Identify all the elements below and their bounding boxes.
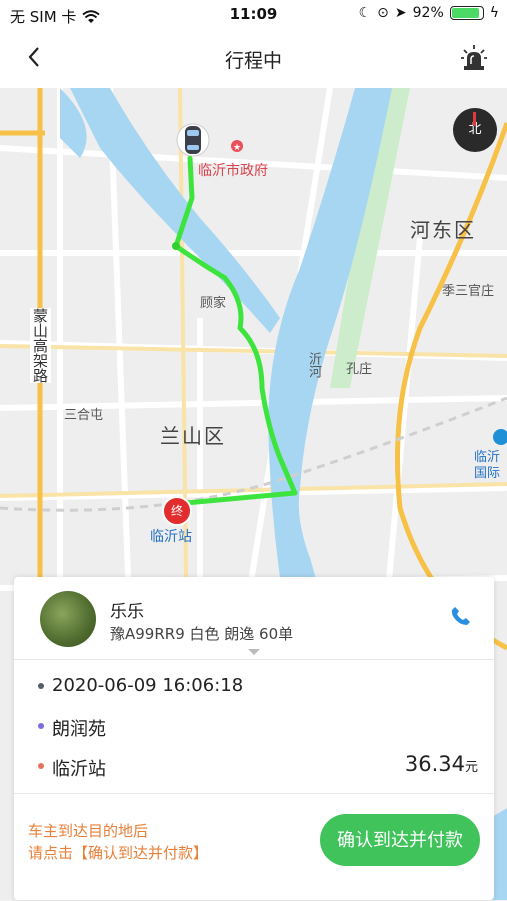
- hint-line-1: 车主到达目的地后: [28, 822, 149, 840]
- expand-caret-icon[interactable]: [248, 649, 260, 655]
- map-label-kongzhuang: 孔庄: [346, 362, 373, 377]
- map-label-gujia: 顾家: [200, 296, 227, 311]
- nav-bar: 行程中: [0, 30, 507, 88]
- status-bar: 无 SIM 卡 11:09 ☾ ⊙ ➤ 92% ϟ: [0, 0, 507, 30]
- page-title: 行程中: [224, 50, 282, 72]
- compass-button[interactable]: 北: [453, 108, 497, 152]
- map-label-station: 临沂站: [150, 529, 192, 545]
- compass-icon: [473, 112, 476, 126]
- map-label-yihe: 沂河: [306, 352, 321, 378]
- end-marker: 终: [162, 496, 192, 526]
- svg-text:★: ★: [233, 143, 241, 153]
- orientation-lock-icon: ⊙: [377, 5, 389, 21]
- battery-icon: [449, 6, 484, 20]
- driver-vehicle-info: 豫A99RR9 白色 朗逸 60单: [110, 625, 294, 643]
- price-value: 36.34: [404, 752, 465, 776]
- alarm-light-icon[interactable]: [461, 44, 487, 72]
- moon-icon: ☾: [358, 5, 372, 21]
- hint-line-2: 请点击【确认到达并付款】: [28, 844, 209, 862]
- map-label-airport: 临沂 国际: [474, 450, 501, 481]
- destination-row: 临沂站: [38, 755, 106, 781]
- car-location-icon: [176, 123, 210, 157]
- map-label-sanhetun: 三合屯: [64, 408, 104, 423]
- driver-section: 乐乐 豫A99RR9 白色 朗逸 60单: [14, 577, 494, 660]
- location-arrow-icon: ➤: [394, 5, 407, 21]
- driver-avatar: [40, 591, 96, 647]
- trip-time-row: 2020-06-09 16:06:18: [38, 675, 244, 696]
- time-dot-icon: [38, 683, 44, 689]
- trip-info-card: 乐乐 豫A99RR9 白色 朗逸 60单 2020-06-09 16:06:18…: [14, 577, 494, 900]
- map-label-hedong: 河东区: [410, 218, 476, 242]
- destination-label: 临沂站: [52, 759, 106, 780]
- price-unit: 元: [464, 760, 478, 775]
- charging-icon: ϟ: [489, 5, 499, 21]
- status-right: ☾ ⊙ ➤ 92% ϟ: [359, 5, 499, 21]
- trip-price: 36.34元: [405, 752, 478, 776]
- origin-row: 朗润苑: [38, 715, 106, 741]
- driver-name: 乐乐: [110, 602, 144, 622]
- map-label-jisan: 季三官庄: [442, 284, 495, 299]
- phone-icon[interactable]: [450, 605, 472, 627]
- map-label-lanshan: 兰山区: [160, 424, 226, 448]
- origin-label: 朗润苑: [52, 719, 106, 740]
- map-label-mengshan: 蒙山高架路: [30, 308, 51, 383]
- arrival-hint: 车主到达目的地后 请点击【确认到达并付款】: [28, 820, 208, 864]
- trip-time: 2020-06-09 16:06:18: [52, 675, 244, 696]
- confirm-arrival-pay-button[interactable]: 确认到达并付款: [320, 814, 480, 866]
- card-footer: 车主到达目的地后 请点击【确认到达并付款】 确认到达并付款: [14, 793, 494, 901]
- origin-dot-icon: [38, 723, 44, 729]
- map-label-gov: 临沂市政府: [198, 163, 268, 179]
- battery-percent: 92%: [412, 5, 444, 21]
- destination-dot-icon: [38, 763, 44, 769]
